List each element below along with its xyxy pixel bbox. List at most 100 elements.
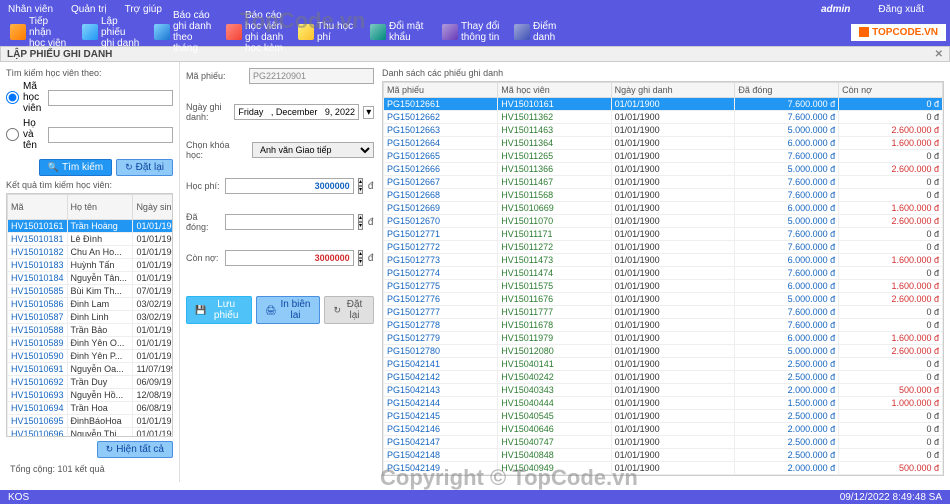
window-title: LẬP PHIẾU GHI DANH xyxy=(7,49,112,60)
right-panel: Danh sách các phiếu ghi danh Mã phiếuMã … xyxy=(380,62,950,482)
statusbar: KOS 09/12/2022 8:49:48 SA xyxy=(0,490,950,504)
table-row[interactable]: PG15042144HV1504044401/01/19001.500.000 … xyxy=(384,397,943,410)
table-row[interactable]: PG15012662HV1501136201/01/19007.600.000 … xyxy=(384,111,943,124)
table-row[interactable]: HV15010693Nguyễn Hồ...12/08/1996Nữ xyxy=(8,389,174,402)
logout-link[interactable]: Đăng xuất xyxy=(878,4,924,15)
table-row[interactable]: PG15042142HV1504024201/01/19002.500.000 … xyxy=(384,371,943,384)
table-row[interactable]: HV15010183Huỳnh Tấn01/01/1900Nữ xyxy=(8,259,174,272)
table-row[interactable]: PG15012670HV1501107001/01/19005.000.000 … xyxy=(384,215,943,228)
table-row[interactable]: HV15010696Nguyễn Thị...01/01/1900Nữ xyxy=(8,428,174,438)
col-header[interactable]: Ngày sinh xyxy=(133,195,173,220)
table-row[interactable]: PG15012667HV1501146701/01/19007.600.000 … xyxy=(384,176,943,189)
table-row[interactable]: PG15012777HV1501177701/01/19007.600.000 … xyxy=(384,306,943,319)
search-button[interactable]: 🔍 Tìm kiếm xyxy=(39,159,112,176)
toolbar-item[interactable]: Thay đổi thông tin xyxy=(436,8,506,56)
list-header: Danh sách các phiếu ghi danh xyxy=(382,68,944,78)
radio-label: Họ và tên xyxy=(23,118,44,151)
logo: TOPCODE.VN xyxy=(851,24,946,41)
toolbar-icon xyxy=(10,24,26,40)
radio-fullname[interactable] xyxy=(6,128,19,141)
table-row[interactable]: HV15010589Đinh Yên O...01/01/1994Nữ xyxy=(8,337,174,350)
table-row[interactable]: PG15042150HV1504105001/01/19001.500.000 … xyxy=(384,475,943,477)
table-row[interactable]: HV15010161Trần Hoàng01/01/1900Nữ xyxy=(8,220,174,233)
receipt-id-input xyxy=(249,68,374,84)
table-row[interactable]: HV15010691Nguyễn Oa...11/07/1994Nữ xyxy=(8,363,174,376)
receipt-table[interactable]: Mã phiếuMã học viênNgày ghi danhĐã đóngC… xyxy=(382,81,944,476)
toolbar-icon xyxy=(442,24,458,40)
calendar-icon[interactable]: ▾ xyxy=(363,106,374,119)
table-row[interactable]: PG15042146HV1504064601/01/19002.000.000 … xyxy=(384,423,943,436)
radio-student-id[interactable] xyxy=(6,91,19,104)
table-row[interactable]: PG15042148HV1504084801/01/19002.500.000 … xyxy=(384,449,943,462)
col-header[interactable]: Còn nợ xyxy=(839,83,943,98)
paid-input[interactable] xyxy=(225,214,354,230)
table-row[interactable]: HV15010585Bùi Kim Th...07/01/1998Nữ xyxy=(8,285,174,298)
toolbar-item[interactable]: Đổi mật khẩu xyxy=(364,8,434,56)
table-row[interactable]: HV15010182Chu An Ho...01/01/1900Nữ xyxy=(8,246,174,259)
table-row[interactable]: PG15042141HV1504014101/01/19002.500.000 … xyxy=(384,358,943,371)
show-all-button[interactable]: ↻ Hiện tất cả xyxy=(97,441,173,458)
table-row[interactable]: PG15042149HV1504094901/01/19002.000.000 … xyxy=(384,462,943,475)
table-row[interactable]: PG15012778HV1501167801/01/19007.600.000 … xyxy=(384,319,943,332)
table-row[interactable]: PG15042143HV1504034301/01/19002.000.000 … xyxy=(384,384,943,397)
fullname-input[interactable] xyxy=(48,127,173,143)
table-row[interactable]: HV15010181Lê Đình01/01/1900Nam xyxy=(8,233,174,246)
table-row[interactable]: HV15010586Đinh Lam03/02/1997Nữ xyxy=(8,298,174,311)
table-row[interactable]: PG15012774HV1501147401/01/19007.600.000 … xyxy=(384,267,943,280)
table-row[interactable]: HV15010694Trần Hoa06/08/1997Nữ xyxy=(8,402,174,415)
table-row[interactable]: HV15010587Đinh Linh03/02/1996Nữ xyxy=(8,311,174,324)
table-row[interactable]: HV15010184Nguyễn Tân...01/01/1900Nam xyxy=(8,272,174,285)
toolbar-item[interactable]: Điểm danh xyxy=(508,8,578,56)
table-row[interactable]: PG15012773HV1501147301/01/19006.000.000 … xyxy=(384,254,943,267)
label: Học phí: xyxy=(186,181,221,191)
save-button[interactable]: 💾 Lưu phiếu xyxy=(186,296,252,324)
table-row[interactable]: PG15042145HV1504054501/01/19002.500.000 … xyxy=(384,410,943,423)
col-header[interactable]: Mã học viên xyxy=(498,83,611,98)
course-select[interactable]: Anh văn Giao tiếp xyxy=(252,142,374,158)
table-row[interactable]: PG15012780HV1501208001/01/19005.000.000 … xyxy=(384,345,943,358)
toolbar-item[interactable]: Thu học phí xyxy=(292,8,362,56)
table-row[interactable]: PG15012776HV1501167601/01/19005.000.000 … xyxy=(384,293,943,306)
toolbar-icon xyxy=(82,24,98,40)
table-row[interactable]: PG15012775HV1501157501/01/19006.000.000 … xyxy=(384,280,943,293)
table-row[interactable]: PG15012772HV1501127201/01/19007.600.000 … xyxy=(384,241,943,254)
toolbar-item[interactable]: Báo cáo học viên ghi danh học kèm xyxy=(220,8,290,56)
table-row[interactable]: PG15042147HV1504074701/01/19002.500.000 … xyxy=(384,436,943,449)
table-row[interactable]: PG15012771HV1501117101/01/19007.600.000 … xyxy=(384,228,943,241)
table-row[interactable]: HV15010590Đinh Yên P...01/01/1993Nữ xyxy=(8,350,174,363)
col-header[interactable]: Mã xyxy=(8,195,68,220)
fee-input[interactable] xyxy=(225,178,354,194)
table-row[interactable]: HV15010692Trần Duy06/09/1995Nam xyxy=(8,376,174,389)
date-input[interactable] xyxy=(234,104,359,120)
form-panel: Mã phiếu: Ngày ghi danh:▾ Chọn khóa học:… xyxy=(180,62,380,482)
label: Chọn khóa học: xyxy=(186,140,248,160)
label: Mã phiếu: xyxy=(186,71,245,81)
col-header[interactable]: Mã phiếu xyxy=(384,83,498,98)
table-row[interactable]: HV15010588Trần Bảo01/01/1900Nữ xyxy=(8,324,174,337)
table-row[interactable]: PG15012663HV1501146301/01/19005.000.000 … xyxy=(384,124,943,137)
toolbar-item[interactable]: Báo cáo ghi danh theo tháng xyxy=(148,8,218,56)
print-button[interactable]: 🖨 In biên lai xyxy=(256,296,320,324)
toolbar: Tiếp nhận học viênLập phiếu ghi danhBáo … xyxy=(0,18,950,46)
spinner[interactable]: ▴▾ xyxy=(358,250,364,266)
col-header[interactable]: Họ tên xyxy=(67,195,133,220)
table-row[interactable]: PG15012665HV1501126501/01/19007.600.000 … xyxy=(384,150,943,163)
student-id-input[interactable] xyxy=(48,90,173,106)
table-row[interactable]: PG15012779HV1501197901/01/19006.000.000 … xyxy=(384,332,943,345)
table-row[interactable]: PG15012669HV1501066901/01/19006.000.000 … xyxy=(384,202,943,215)
spinner[interactable]: ▴▾ xyxy=(358,214,364,230)
radio-label: Mã học viên xyxy=(23,81,44,114)
student-table[interactable]: MãHọ tênNgày sinhGiới tínhHV15010161Trần… xyxy=(6,193,173,437)
col-header[interactable]: Ngày ghi danh xyxy=(611,83,735,98)
table-row[interactable]: PG15012666HV1501136601/01/19005.000.000 … xyxy=(384,163,943,176)
logo-icon xyxy=(859,27,869,37)
reset-form-button[interactable]: ↻ Đặt lại xyxy=(324,296,374,324)
table-row[interactable]: PG15012668HV1501156801/01/19007.600.000 … xyxy=(384,189,943,202)
col-header[interactable]: Đã đóng xyxy=(735,83,839,98)
close-icon[interactable]: ✕ xyxy=(935,49,943,60)
table-row[interactable]: HV15010695ĐinhBáoHoa01/01/1998Nữ xyxy=(8,415,174,428)
spinner[interactable]: ▴▾ xyxy=(358,178,364,194)
table-row[interactable]: PG15012664HV1501136401/01/19006.000.000 … xyxy=(384,137,943,150)
reset-button[interactable]: ↻ Đặt lại xyxy=(116,159,173,176)
table-row[interactable]: PG15012661HV1501016101/01/19007.600.000 … xyxy=(384,98,943,111)
